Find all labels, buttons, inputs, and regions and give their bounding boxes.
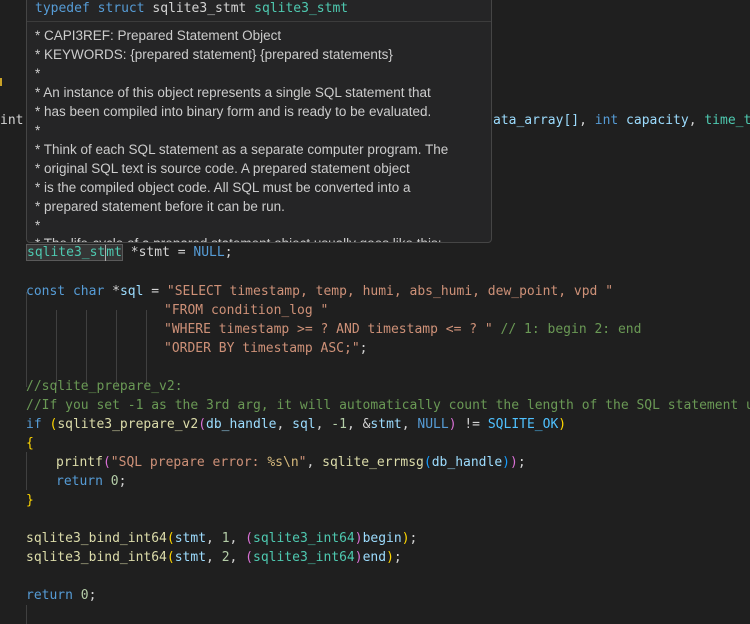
code-line-return-error[interactable]: return 0;: [56, 472, 126, 491]
indent-guide: [26, 452, 27, 490]
code-line-bind-begin[interactable]: sqlite3_bind_int64(stmt, 1, (sqlite3_int…: [26, 529, 417, 548]
indent-guide: [86, 310, 87, 386]
code-line-return[interactable]: return 0;: [26, 586, 96, 605]
indent-guide: [56, 310, 57, 386]
code-line-sql-from[interactable]: "FROM condition_log ": [164, 301, 328, 320]
code-line-close-brace[interactable]: }: [26, 491, 34, 510]
indent-guide: [26, 605, 27, 624]
partial-signature-tail: ata_array[], int capacity, time_t: [493, 113, 750, 128]
hover-doc-line: * prepared statement before it can be ru…: [35, 199, 285, 214]
code-line-stmt-decl[interactable]: sqlite3_stmt *stmt = NULL;: [26, 243, 233, 262]
hover-doc-line: *: [35, 218, 41, 233]
code-line-sql-order[interactable]: "ORDER BY timestamp ASC;";: [164, 339, 368, 358]
code-line-printf[interactable]: printf("SQL prepare error: %s\n", sqlite…: [56, 453, 526, 472]
code-line-sql-where[interactable]: "WHERE timestamp >= ? AND timestamp <= ?…: [164, 320, 641, 339]
partial-int-keyword: int: [0, 113, 24, 128]
indent-guide: [26, 292, 27, 387]
code-line-comment-2[interactable]: //If you set -1 as the 3rd arg, it will …: [26, 396, 750, 415]
hover-doc-line: * KEYWORDS: {prepared statement} {prepar…: [35, 47, 393, 62]
hover-doc-line: * original SQL text is source code. A pr…: [35, 161, 410, 176]
hover-doc-line: * Think of each SQL statement as a separ…: [35, 142, 449, 157]
code-line-bind-end[interactable]: sqlite3_bind_int64(stmt, 2, (sqlite3_int…: [26, 548, 402, 567]
hover-doc-line: *: [35, 66, 41, 81]
hover-doc-line: * CAPI3REF: Prepared Statement Object: [35, 28, 282, 43]
hover-tooltip[interactable]: typedef struct sqlite3_stmt sqlite3_stmt…: [26, 0, 492, 243]
hover-doc-line: * The life-cycle of a prepared statement…: [35, 235, 441, 242]
code-line-open-brace[interactable]: {: [26, 434, 34, 453]
hover-doc-line: * has been compiled into binary form and…: [35, 104, 432, 119]
indent-guide: [146, 310, 147, 386]
code-line-if[interactable]: if (sqlite3_prepare_v2(db_handle, sql, -…: [26, 415, 566, 434]
code-editor[interactable]: int ata_array[], int capacity, time_t sq…: [0, 0, 750, 624]
hover-doc-line: *: [35, 123, 41, 138]
hover-doc-line: * An instance of this object represents …: [35, 85, 431, 100]
gutter-marker: [0, 78, 2, 86]
code-line-comment-1[interactable]: //sqlite_prepare_v2:: [26, 377, 183, 396]
indent-guide: [116, 310, 117, 386]
hovered-type[interactable]: sqlite3_stmt: [26, 244, 123, 261]
hover-doc-line: * is the compiled object code. All SQL m…: [35, 180, 411, 195]
code-line-sql-decl[interactable]: const char *sql = "SELECT timestamp, tem…: [26, 282, 613, 301]
hover-signature: typedef struct sqlite3_stmt sqlite3_stmt: [35, 1, 349, 16]
hover-separator: [27, 21, 491, 22]
